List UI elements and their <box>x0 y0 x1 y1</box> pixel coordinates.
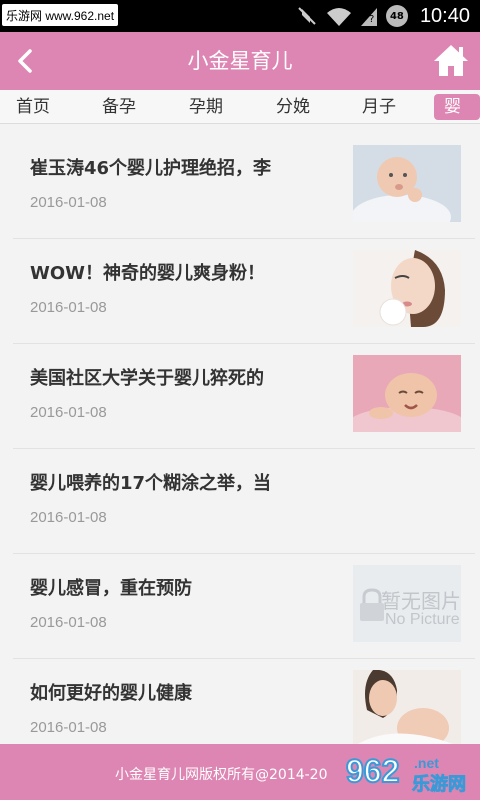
footer: 小金星育儿网版权所有@2014-20 962 .net 乐游网 <box>0 744 480 800</box>
list-item[interactable]: WOW！神奇的婴儿爽身粉！ 2016-01-08 <box>13 239 475 344</box>
tab-postpartum[interactable]: 月子 <box>362 90 396 123</box>
article-thumbnail <box>353 250 461 327</box>
article-title: WOW！神奇的婴儿爽身粉！ <box>30 263 266 284</box>
no-picture-placeholder: 暂无图片 No Picture <box>353 565 461 642</box>
article-list: 崔玉涛46个婴儿护理绝招，李 2016-01-08 WOW！神奇的婴儿爽身粉！ … <box>13 134 475 764</box>
article-date: 2016-01-08 <box>30 509 107 526</box>
tab-home[interactable]: 首页 <box>16 90 50 123</box>
home-button[interactable] <box>432 42 470 80</box>
article-date: 2016-01-08 <box>30 404 107 421</box>
wifi-icon <box>326 8 351 26</box>
placeholder-text-cn: 暂无图片 <box>381 589 461 613</box>
article-title: 婴儿喂养的17个糊涂之举，当 <box>30 473 272 494</box>
article-thumbnail <box>353 355 461 432</box>
app-header: 小金星育儿 <box>0 32 480 90</box>
article-date: 2016-01-08 <box>30 719 107 736</box>
article-date: 2016-01-08 <box>30 194 107 211</box>
article-date: 2016-01-08 <box>30 614 107 631</box>
chevron-left-icon <box>18 49 32 73</box>
status-bar: 乐游网 www.962.net ? 48 10:40 <box>0 0 480 32</box>
signal-icon: ? <box>360 8 377 26</box>
list-item[interactable]: 美国社区大学关于婴儿猝死的 2016-01-08 <box>13 344 475 449</box>
copyright-text: 小金星育儿网版权所有@2014-20 <box>115 767 328 783</box>
list-item[interactable]: 婴儿喂养的17个糊涂之举，当 2016-01-08 <box>13 449 475 554</box>
article-date: 2016-01-08 <box>30 299 107 316</box>
article-title: 婴儿感冒，重在预防 <box>30 578 192 599</box>
article-thumbnail <box>353 145 461 222</box>
list-item[interactable]: 婴儿感冒，重在预防 2016-01-08 暂无图片 No Picture <box>13 554 475 659</box>
tab-pregnancy[interactable]: 孕期 <box>189 90 223 123</box>
tab-childbirth[interactable]: 分娩 <box>276 90 310 123</box>
placeholder-text-en: No Picture <box>385 611 460 628</box>
article-title: 美国社区大学关于婴儿猝死的 <box>30 368 264 389</box>
svg-text:?: ? <box>369 14 374 25</box>
tab-pre-pregnancy[interactable]: 备孕 <box>102 90 136 123</box>
home-icon <box>434 45 468 76</box>
status-icons: ? 48 10:40 <box>296 0 470 32</box>
watermark-text: 乐游网 www.962.net <box>2 4 119 26</box>
mute-icon <box>298 7 316 25</box>
page-title: 小金星育儿 <box>187 49 293 73</box>
clock: 10:40 <box>419 4 470 27</box>
tab-baby[interactable]: 婴儿 <box>434 94 480 120</box>
article-title: 崔玉涛46个婴儿护理绝招，李 <box>30 158 272 179</box>
battery-icon: 48 <box>385 5 408 27</box>
watermark-logo: 962 .net 乐游网 <box>342 748 474 798</box>
list-item[interactable]: 崔玉涛46个婴儿护理绝招，李 2016-01-08 <box>13 134 475 239</box>
article-title: 如何更好的婴儿健康 <box>30 683 192 704</box>
watermark-number: 962 <box>346 753 399 789</box>
category-tabs: 首页 备孕 孕期 分娩 月子 婴儿 <box>0 90 480 124</box>
back-button[interactable] <box>6 42 44 80</box>
watermark-suffix: .net <box>414 755 439 771</box>
watermark-site: 乐游网 <box>412 773 466 795</box>
article-thumbnail <box>353 670 461 747</box>
